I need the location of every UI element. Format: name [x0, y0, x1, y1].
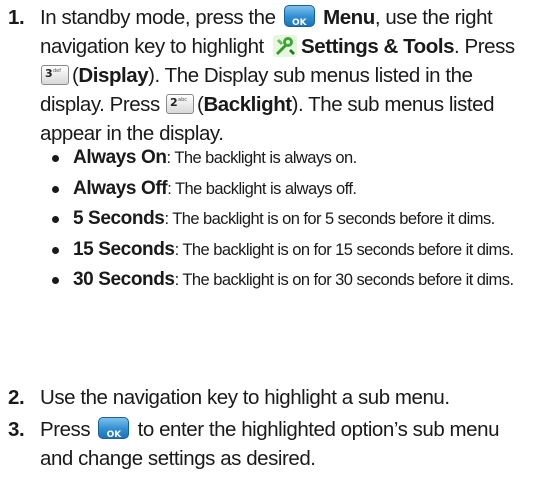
key-3-icon: 3 def [41, 65, 69, 85]
bullet-icon [52, 216, 59, 223]
bullet-icon [52, 277, 59, 284]
backlight-label: Backlight [203, 93, 292, 116]
list-item: 15 Seconds: The backlight is on for 15 s… [0, 238, 540, 263]
ok-key-icon: OK [283, 5, 315, 28]
step-number: 2. [8, 386, 25, 409]
settings-tools-label: Settings & Tools [301, 35, 455, 58]
step-number: 1. [8, 6, 25, 29]
list-item: Always Off: The backlight is always off. [0, 177, 540, 202]
list-item: Always On: The backlight is always on. [0, 146, 540, 171]
step-text: In standby mode, press the [40, 6, 276, 29]
key-2-icon: 2 abc [166, 94, 195, 114]
backlight-options-list: Always On: The backlight is always on. A… [0, 146, 540, 299]
bullet-icon [52, 185, 59, 193]
ok-key-icon: OK [98, 417, 130, 440]
step-3: 3. Press OK to enter the highlighted opt… [0, 415, 540, 473]
settings-tools-icon [273, 35, 298, 57]
step-2: 2. Use the navigation key to highlight a… [0, 383, 540, 412]
step-number: 3. [8, 418, 25, 441]
step-2-text: Use the navigation key to highlight a su… [40, 386, 450, 409]
step-1-text: In standby mode, press the OK Menu, use … [40, 5, 515, 145]
bullet-icon [52, 246, 59, 254]
menu-label: Menu [323, 6, 375, 29]
step-3-text: Press OK to enter the highlighted option… [40, 417, 500, 470]
bullet-icon [52, 155, 59, 162]
step-1: 1. In standby mode, press the OK Menu, u… [0, 3, 540, 148]
list-item: 5 Seconds: The backlight is on for 5 sec… [0, 207, 540, 232]
display-label: Display [78, 64, 149, 87]
list-item: 30 Seconds: The backlight is on for 30 s… [0, 268, 540, 293]
